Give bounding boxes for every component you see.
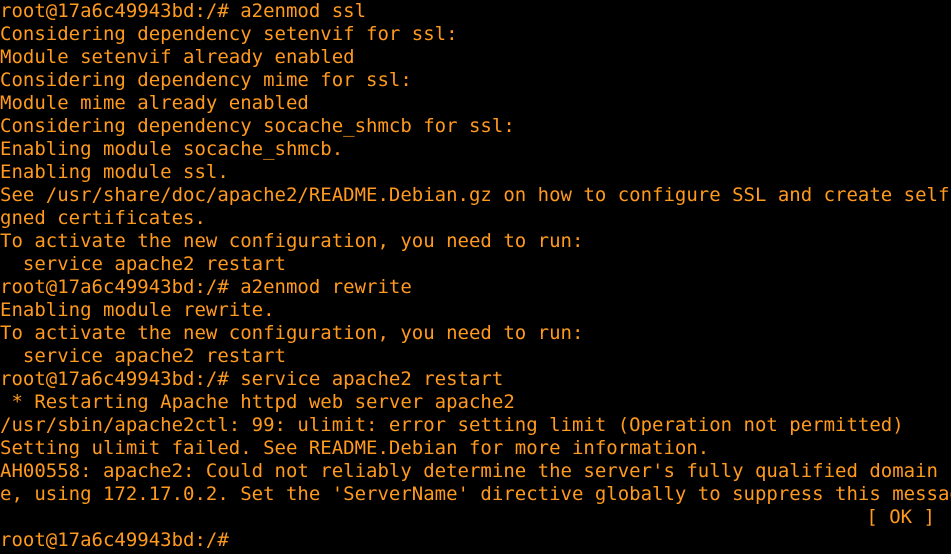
terminal-line: Module setenvif already enabled [0, 46, 355, 68]
terminal-line: service apache2 restart [0, 253, 286, 275]
status-ok: [ OK ] [866, 506, 935, 528]
terminal-line: root@17a6c49943bd:/# service apache2 res… [0, 368, 504, 390]
terminal-line: root@17a6c49943bd:/# a2enmod rewrite [0, 276, 412, 298]
terminal-line: Enabling module socache_shmcb. [0, 138, 344, 160]
terminal-line: Enabling module ssl. [0, 161, 229, 183]
terminal-line: AH00558: apache2: Could not reliably det… [0, 460, 951, 482]
cursor [229, 530, 239, 549]
terminal-line: e, using 172.17.0.2. Set the 'ServerName… [0, 483, 951, 505]
terminal-line: Considering dependency mime for ssl: [0, 69, 412, 91]
terminal-line: /usr/sbin/apache2ctl: 99: ulimit: error … [0, 414, 904, 436]
terminal-line: Enabling module rewrite. [0, 299, 275, 321]
terminal-line: * Restarting Apache httpd web server apa… [0, 391, 515, 413]
terminal-line: Considering dependency socache_shmcb for… [0, 115, 515, 137]
terminal-line: service apache2 restart [0, 345, 286, 367]
terminal-window[interactable]: root@17a6c49943bd:/# a2enmod ssl Conside… [0, 0, 951, 554]
terminal-line: To activate the new configuration, you n… [0, 230, 584, 252]
terminal-line: See /usr/share/doc/apache2/README.Debian… [0, 184, 951, 206]
terminal-line: Considering dependency setenvif for ssl: [0, 23, 458, 45]
terminal-line: Setting ulimit failed. See README.Debian… [0, 437, 710, 459]
prompt-line[interactable]: root@17a6c49943bd:/# [0, 529, 951, 552]
prompt: root@17a6c49943bd:/# [0, 529, 229, 551]
terminal-line: root@17a6c49943bd:/# a2enmod ssl [0, 0, 367, 22]
terminal-line: To activate the new configuration, you n… [0, 322, 584, 344]
terminal-line: gned certificates. [0, 207, 206, 229]
terminal-line: Module mime already enabled [0, 92, 309, 114]
